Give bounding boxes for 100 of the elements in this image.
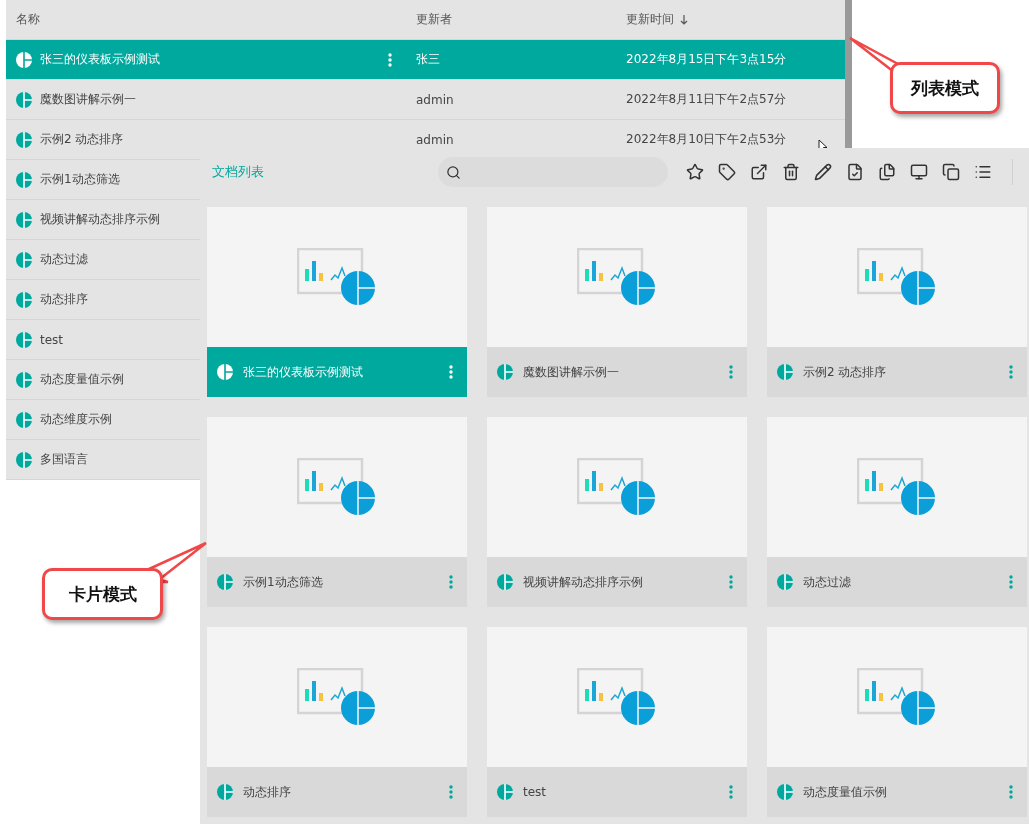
card-title: 动态过滤 (803, 573, 851, 591)
dashboard-icon (16, 291, 32, 308)
card-title: 张三的仪表板示例测试 (243, 363, 363, 381)
list-row[interactable]: 动态过滤 (6, 240, 200, 280)
card-thumbnail[interactable] (207, 417, 467, 557)
card-thumbnail[interactable] (767, 627, 1027, 767)
dashboard-icon (16, 451, 32, 468)
list-row[interactable]: 魔数图讲解示例一 admin 2022年8月11日下午2点57分 (6, 80, 845, 120)
dashboard-icon (777, 574, 793, 590)
more-icon[interactable] (729, 785, 733, 799)
list-row[interactable]: 动态度量值示例 (6, 360, 200, 400)
card-title: 示例1动态筛选 (243, 573, 323, 591)
dashboard-icon (497, 784, 513, 800)
dashboard-icon (16, 211, 32, 228)
dashboard-icon (217, 574, 233, 590)
copy-icon[interactable] (942, 163, 960, 181)
document-name: 示例1动态筛选 (40, 171, 120, 188)
updater-name: admin (416, 92, 454, 107)
column-header[interactable]: 更新者 (416, 11, 452, 28)
delete-icon[interactable] (782, 163, 800, 181)
document-name: 多国语言 (40, 451, 88, 468)
list-row[interactable]: 动态排序 (6, 280, 200, 320)
updated-time: 2022年8月15日下午3点15分 (626, 52, 787, 66)
card-footer[interactable]: test (487, 767, 747, 817)
document-name: 动态过滤 (40, 251, 88, 268)
dashboard-icon (16, 371, 32, 388)
card-footer[interactable]: 视频讲解动态排序示例 (487, 557, 747, 607)
card-thumbnail[interactable] (487, 417, 747, 557)
search-field[interactable] (438, 157, 668, 187)
dashboard-icon (16, 91, 32, 108)
card-title: 示例2 动态排序 (803, 363, 887, 381)
list-row[interactable]: 多国语言 (6, 440, 200, 480)
callout: 列表模式 (890, 62, 1000, 114)
list-row[interactable]: 示例1动态筛选 (6, 160, 200, 200)
more-icon[interactable] (1009, 785, 1013, 799)
edit-icon[interactable] (814, 163, 832, 181)
document-name: test (40, 332, 64, 347)
document-name: 视频讲解动态排序示例 (40, 211, 160, 228)
card-title: 视频讲解动态排序示例 (523, 573, 643, 591)
more-icon[interactable] (1009, 575, 1013, 589)
document-check-icon[interactable] (846, 163, 864, 181)
card-footer[interactable]: 动态过滤 (767, 557, 1027, 607)
card-title: 动态排序 (243, 783, 291, 801)
dashboard-icon (217, 364, 233, 380)
more-icon[interactable] (449, 785, 453, 799)
dashboard-icon (497, 364, 513, 380)
dashboard-icon (16, 411, 32, 428)
card-thumbnail[interactable] (487, 627, 747, 767)
open-external-icon[interactable] (750, 163, 768, 181)
document-name: 魔数图讲解示例一 (40, 91, 136, 108)
document-name: 动态度量值示例 (40, 371, 124, 388)
updated-time: 2022年8月11日下午2点57分 (626, 92, 787, 106)
column-header[interactable]: 名称 (16, 11, 40, 28)
search-icon (446, 164, 461, 180)
card-thumbnail[interactable] (207, 207, 467, 347)
list-row[interactable]: 视频讲解动态排序示例 (6, 200, 200, 240)
card-footer[interactable]: 魔数图讲解示例一 (487, 347, 747, 397)
column-header[interactable]: 更新时间 (626, 11, 688, 28)
updater-name: admin (416, 132, 454, 147)
card-thumbnail[interactable] (767, 417, 1027, 557)
card-title: 动态度量值示例 (803, 783, 887, 801)
tag-icon[interactable] (718, 163, 736, 181)
more-icon[interactable] (729, 365, 733, 379)
more-icon[interactable] (449, 365, 453, 379)
monitor-icon[interactable] (910, 163, 928, 181)
more-icon[interactable] (1009, 365, 1013, 379)
card-footer[interactable]: 示例1动态筛选 (207, 557, 467, 607)
updater-name: 张三 (416, 52, 440, 66)
document-name: 示例2 动态排序 (40, 131, 124, 148)
card-footer[interactable]: 示例2 动态排序 (767, 347, 1027, 397)
dashboard-icon (16, 171, 32, 188)
files-icon[interactable] (878, 163, 896, 181)
more-icon[interactable] (388, 52, 392, 67)
callout: 卡片模式 (42, 568, 163, 620)
more-icon[interactable] (729, 575, 733, 589)
updated-time: 2022年8月10日下午2点53分 (626, 132, 787, 146)
more-icon[interactable] (449, 575, 453, 589)
card-title: test (523, 785, 547, 799)
card-footer[interactable]: 动态度量值示例 (767, 767, 1027, 817)
scrollbar[interactable] (845, 0, 852, 150)
document-name: 张三的仪表板示例测试 (40, 51, 160, 68)
list-icon[interactable] (974, 163, 992, 181)
list-row[interactable]: test (6, 320, 200, 360)
dashboard-icon (16, 131, 32, 148)
dashboard-icon (16, 251, 32, 268)
dashboard-icon (16, 331, 32, 348)
card-title: 魔数图讲解示例一 (523, 363, 619, 381)
panel-title: 文档列表 (212, 163, 265, 181)
card-footer[interactable]: 动态排序 (207, 767, 467, 817)
document-name: 动态排序 (40, 291, 88, 308)
card-thumbnail[interactable] (487, 207, 747, 347)
dashboard-icon (497, 574, 513, 590)
card-thumbnail[interactable] (207, 627, 467, 767)
dashboard-icon (16, 51, 32, 68)
list-row[interactable]: 动态维度示例 (6, 400, 200, 440)
star-icon[interactable] (686, 163, 704, 181)
card-thumbnail[interactable] (767, 207, 1027, 347)
sort-down-icon[interactable] (680, 14, 688, 25)
dashboard-icon (777, 784, 793, 800)
document-name: 动态维度示例 (40, 411, 112, 428)
